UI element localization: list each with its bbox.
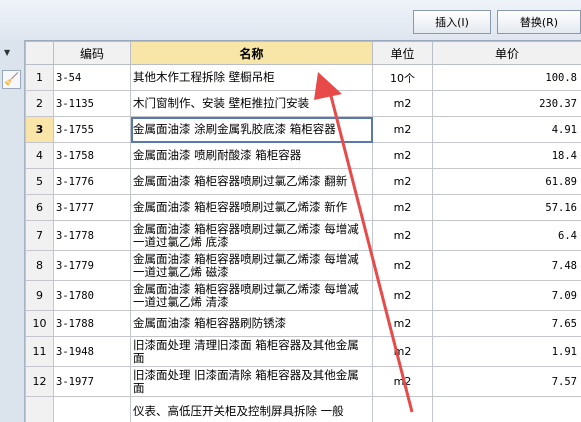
cell-name[interactable]: 金属面油漆 喷刷耐酸漆 箱柜容器 (130, 142, 373, 169)
cell-name[interactable]: 金属面油漆 箱柜容器喷刷过氯乙烯漆 每增减一道过氯乙烯 清漆 (130, 280, 373, 311)
broom-icon[interactable]: 🧹 (2, 70, 21, 89)
cell-code[interactable]: 3-1948 (53, 336, 131, 367)
cell-name[interactable]: 金属面油漆 涂刷金属乳胶底漆 箱柜容器 (130, 116, 373, 143)
row-number-header (25, 41, 54, 65)
cell-code[interactable] (53, 396, 131, 422)
replace-button[interactable]: 替换(R) (497, 10, 581, 34)
cell-name[interactable]: 金属面油漆 箱柜容器喷刷过氯乙烯漆 翻新 (130, 168, 373, 195)
table-row[interactable]: 9 3-1780 金属面油漆 箱柜容器喷刷过氯乙烯漆 每增减一道过氯乙烯 清漆 m2 7… (25, 280, 581, 311)
cell-unit[interactable]: m2 (372, 194, 433, 221)
cell-price[interactable]: 7.57 (432, 366, 581, 397)
table-row[interactable]: 5 3-1776 金属面油漆 箱柜容器喷刷过氯乙烯漆 翻新 m2 61.89 (25, 168, 581, 195)
cell-unit[interactable]: m2 (372, 168, 433, 195)
cell-code[interactable]: 3-1780 (53, 280, 131, 311)
column-header-unit[interactable]: 单位 (372, 41, 433, 65)
table-header-row: 编码 名称 单位 单价 (25, 41, 581, 65)
cell-code[interactable]: 3-1777 (53, 194, 131, 221)
cell-unit[interactable] (372, 396, 433, 422)
table-row[interactable]: 11 3-1948 旧漆面处理 清理旧漆面 箱柜容器及其他金属面 m2 1.91 (25, 336, 581, 367)
table-row[interactable]: 2 3-1135 木门窗制作、安装 壁柜推拉门安装 m2 230.37 (25, 90, 581, 117)
cell-code[interactable]: 3-54 (53, 64, 131, 91)
row-number[interactable]: 9 (25, 280, 54, 311)
cell-price[interactable]: 61.89 (432, 168, 581, 195)
row-number[interactable]: 5 (25, 168, 54, 195)
table-row[interactable]: 7 3-1778 金属面油漆 箱柜容器喷刷过氯乙烯漆 每增减一道过氯乙烯 底漆 m2 6… (25, 220, 581, 251)
row-number[interactable]: 6 (25, 194, 54, 221)
table-row[interactable]: 6 3-1777 金属面油漆 箱柜容器喷刷过氯乙烯漆 新作 m2 57.16 (25, 194, 581, 221)
cell-price[interactable] (432, 396, 581, 422)
column-header-code[interactable]: 编码 (53, 41, 131, 65)
cell-name[interactable]: 金属面油漆 箱柜容器喷刷过氯乙烯漆 每增减一道过氯乙烯 磁漆 (130, 250, 373, 281)
table-row[interactable]: 仪表、高低压开关柜及控制屏具拆除 一般 (25, 396, 581, 422)
cell-unit[interactable]: m2 (372, 116, 433, 143)
cell-code[interactable]: 3-1776 (53, 168, 131, 195)
cell-price[interactable]: 4.91 (432, 116, 581, 143)
table-row[interactable]: 8 3-1779 金属面油漆 箱柜容器喷刷过氯乙烯漆 每增减一道过氯乙烯 磁漆 m2 7… (25, 250, 581, 281)
cell-unit[interactable]: 10个 (372, 64, 433, 91)
cell-price[interactable]: 100.8 (432, 64, 581, 91)
row-number[interactable]: 10 (25, 310, 54, 337)
table-row[interactable]: 10 3-1788 金属面油漆 箱柜容器刷防锈漆 m2 7.65 (25, 310, 581, 337)
row-number[interactable] (25, 396, 54, 422)
table-row[interactable]: 12 3-1977 旧漆面处理 旧漆面清除 箱柜容器及其他金属面 m2 7.57 (25, 366, 581, 397)
column-header-price[interactable]: 单价 (432, 41, 581, 65)
cell-name[interactable]: 旧漆面处理 清理旧漆面 箱柜容器及其他金属面 (130, 336, 373, 367)
table-row[interactable]: 1 3-54 其他木作工程拆除 壁橱吊柜 10个 100.8 (25, 64, 581, 91)
cell-unit[interactable]: m2 (372, 142, 433, 169)
cell-name[interactable]: 金属面油漆 箱柜容器刷防锈漆 (130, 310, 373, 337)
cell-name[interactable]: 仪表、高低压开关柜及控制屏具拆除 一般 (130, 396, 373, 422)
row-number[interactable]: 12 (25, 366, 54, 397)
row-number[interactable]: 11 (25, 336, 54, 367)
cell-code[interactable]: 3-1135 (53, 90, 131, 117)
cell-price[interactable]: 7.09 (432, 280, 581, 311)
chevron-down-icon[interactable]: ▼ (4, 48, 10, 57)
toolbar: 插入(I) 替换(R) (0, 0, 581, 41)
column-header-name[interactable]: 名称 (130, 41, 373, 65)
cell-unit[interactable]: m2 (372, 336, 433, 367)
cell-price[interactable]: 7.65 (432, 310, 581, 337)
cell-price[interactable]: 18.4 (432, 142, 581, 169)
cell-code[interactable]: 3-1779 (53, 250, 131, 281)
table-row[interactable]: 3 3-1755 金属面油漆 涂刷金属乳胶底漆 箱柜容器 m2 4.91 (25, 116, 581, 143)
cell-name[interactable]: 木门窗制作、安装 壁柜推拉门安装 (130, 90, 373, 117)
cell-price[interactable]: 1.91 (432, 336, 581, 367)
cell-unit[interactable]: m2 (372, 366, 433, 397)
cell-price[interactable]: 57.16 (432, 194, 581, 221)
row-number[interactable]: 7 (25, 220, 54, 251)
cell-name[interactable]: 旧漆面处理 旧漆面清除 箱柜容器及其他金属面 (130, 366, 373, 397)
cell-price[interactable]: 7.48 (432, 250, 581, 281)
cell-unit[interactable]: m2 (372, 250, 433, 281)
cell-code[interactable]: 3-1977 (53, 366, 131, 397)
cell-code[interactable]: 3-1778 (53, 220, 131, 251)
cell-unit[interactable]: m2 (372, 90, 433, 117)
insert-button[interactable]: 插入(I) (413, 10, 491, 34)
cell-unit[interactable]: m2 (372, 220, 433, 251)
quota-grid: 编码 名称 单位 单价 1 3-54 其他木作工程拆除 壁橱吊柜 10个 100.8 2 3… (25, 41, 581, 422)
row-number[interactable]: 2 (25, 90, 54, 117)
cell-price[interactable]: 6.4 (432, 220, 581, 251)
row-number[interactable]: 4 (25, 142, 54, 169)
cell-name[interactable]: 其他木作工程拆除 壁橱吊柜 (130, 64, 373, 91)
cell-name[interactable]: 金属面油漆 箱柜容器喷刷过氯乙烯漆 每增减一道过氯乙烯 底漆 (130, 220, 373, 251)
cell-code[interactable]: 3-1758 (53, 142, 131, 169)
row-number[interactable]: 8 (25, 250, 54, 281)
cell-unit[interactable]: m2 (372, 280, 433, 311)
cell-code[interactable]: 3-1788 (53, 310, 131, 337)
row-number[interactable]: 1 (25, 64, 54, 91)
cell-unit[interactable]: m2 (372, 310, 433, 337)
cell-name[interactable]: 金属面油漆 箱柜容器喷刷过氯乙烯漆 新作 (130, 194, 373, 221)
left-tool-strip: ▼ 🧹 (0, 40, 25, 422)
cell-code[interactable]: 3-1755 (53, 116, 131, 143)
cell-price[interactable]: 230.37 (432, 90, 581, 117)
row-number[interactable]: 3 (25, 116, 54, 143)
table-row[interactable]: 4 3-1758 金属面油漆 喷刷耐酸漆 箱柜容器 m2 18.4 (25, 142, 581, 169)
